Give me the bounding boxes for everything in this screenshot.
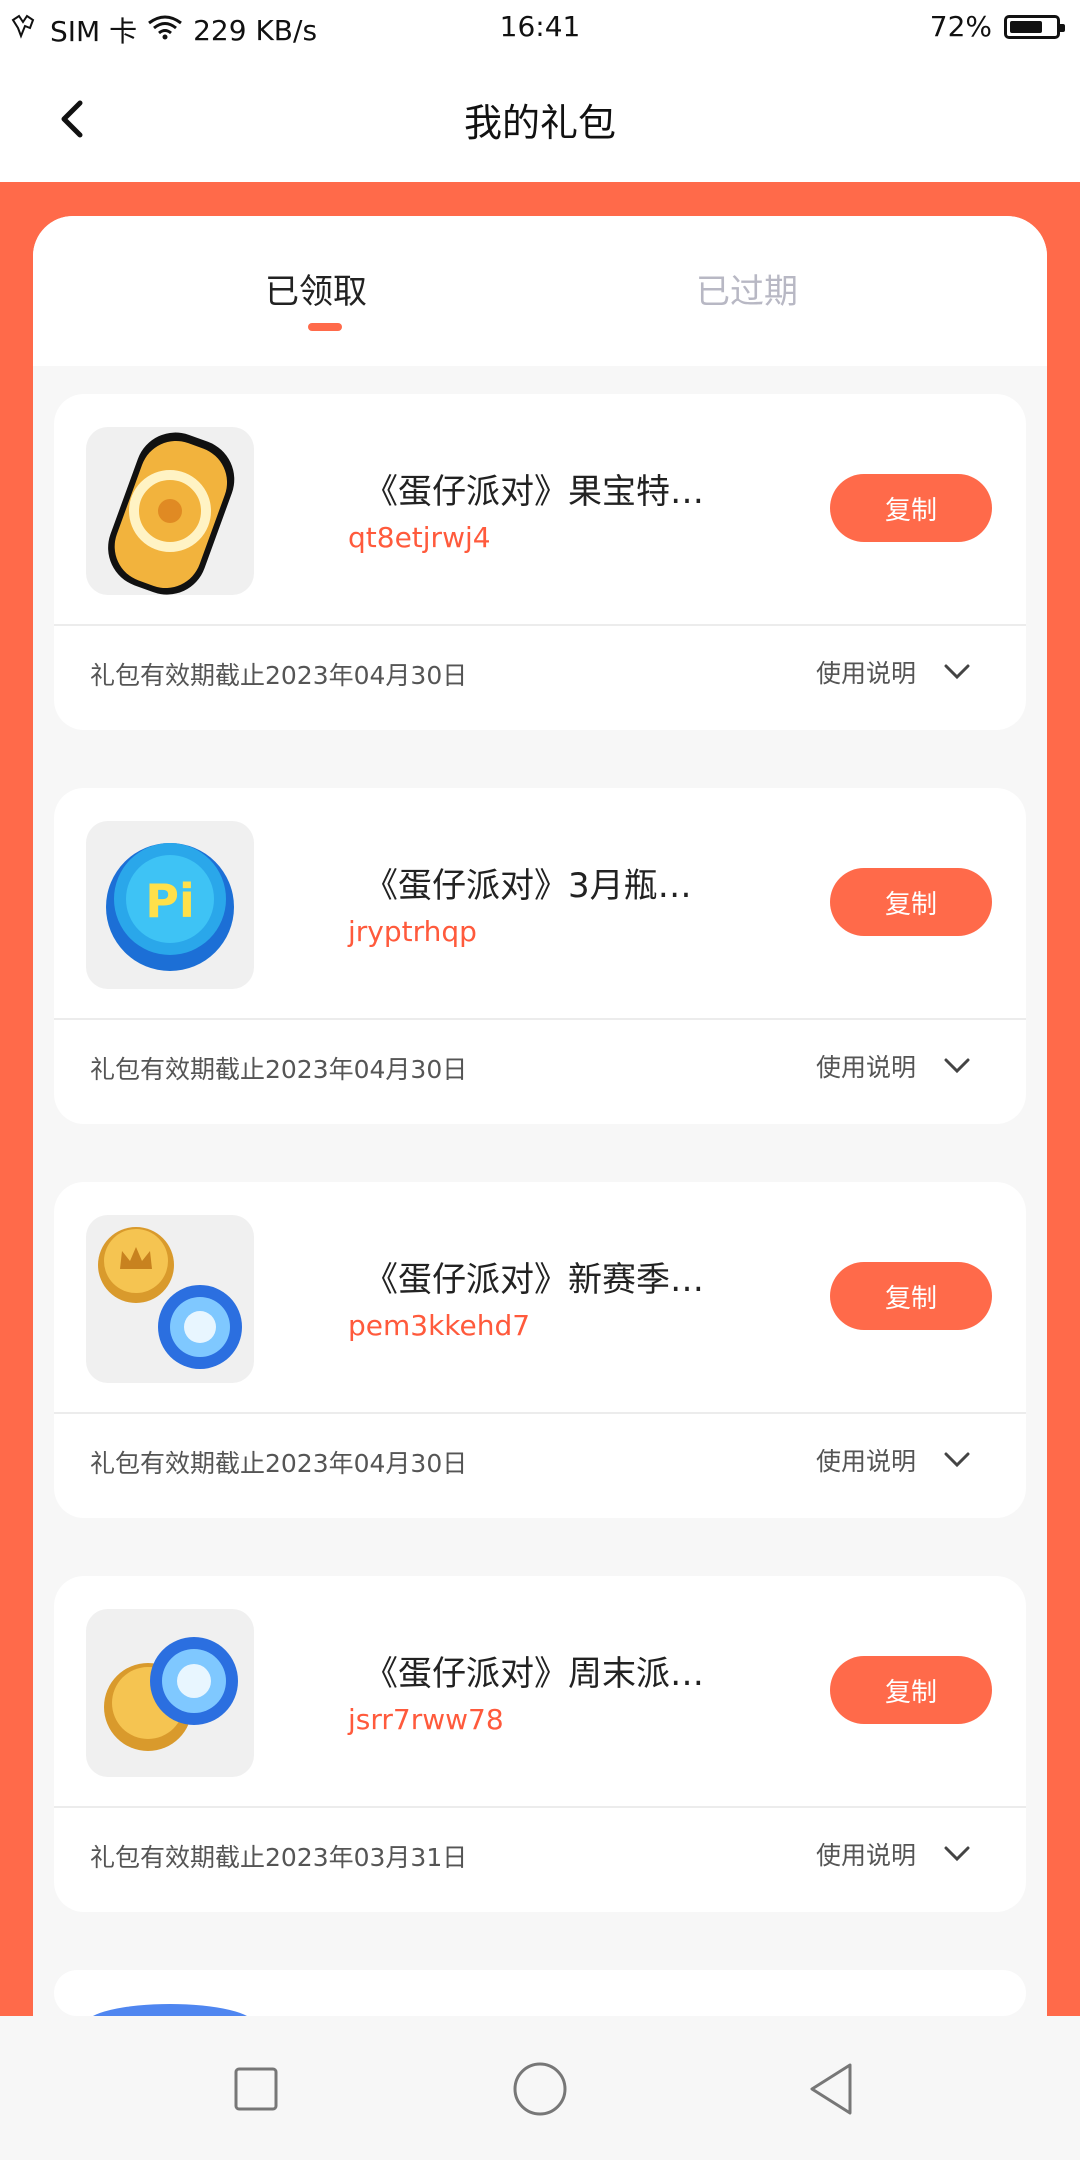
triangle-back-icon <box>810 2063 852 2115</box>
expiry-text: 礼包有效期截止2023年04月30日 <box>90 661 468 690</box>
divider <box>54 1018 1026 1020</box>
gold-coin-icon <box>86 427 254 595</box>
status-right: 72% <box>929 10 1065 43</box>
coin-and-orb-icon <box>86 1609 254 1777</box>
usage-instructions-toggle[interactable]: 使用说明 <box>816 1442 970 1478</box>
divider <box>54 1412 1026 1414</box>
chevron-down-icon <box>944 1452 970 1468</box>
divider <box>54 1806 1026 1808</box>
usage-instructions-toggle[interactable]: 使用说明 <box>816 1048 970 1084</box>
gift-code: qt8etjrwj4 <box>348 521 491 554</box>
usage-label: 使用说明 <box>816 1447 917 1476</box>
page-title: 我的礼包 <box>463 101 616 145</box>
copy-button[interactable]: 复制 <box>830 1656 992 1724</box>
expiry-text: 礼包有效期截止2023年04月30日 <box>90 1055 468 1084</box>
battery-percent: 72% <box>929 10 992 43</box>
bottle-cap-icon: Pi <box>86 821 254 989</box>
gift-name: 《蛋仔派对》周末派… <box>364 1654 704 1694</box>
tab-received[interactable]: 已领取 <box>265 264 367 313</box>
usage-instructions-toggle[interactable]: 使用说明 <box>816 1836 970 1872</box>
circle-icon <box>513 2062 567 2116</box>
copy-button[interactable]: 复制 <box>830 868 992 936</box>
home-button[interactable] <box>505 2054 575 2124</box>
chevron-down-icon <box>944 1846 970 1862</box>
usage-label: 使用说明 <box>816 659 917 688</box>
battery-fill <box>1010 20 1042 33</box>
gift-code: jsrr7rww78 <box>348 1703 504 1736</box>
crown-coin-and-orb-icon <box>86 1215 254 1383</box>
gift-code: jryptrhqp <box>348 915 477 948</box>
partial-gift-icon <box>86 2004 254 2016</box>
system-nav-bar <box>0 2016 1080 2160</box>
gift-card: 《蛋仔派对》新赛季… pem3kkehd7 复制 礼包有效期截止2023年04月… <box>54 1182 1026 1518</box>
tab-bar: 已领取 已过期 <box>33 216 1047 366</box>
usage-instructions-toggle[interactable]: 使用说明 <box>816 654 970 690</box>
gift-card: 《蛋仔派对》果宝特… qt8etjrwj4 复制 礼包有效期截止2023年04月… <box>54 394 1026 730</box>
gift-code: pem3kkehd7 <box>348 1309 531 1342</box>
svg-text:Pi: Pi <box>145 874 194 928</box>
active-tab-indicator <box>308 323 342 331</box>
gift-name: 《蛋仔派对》新赛季… <box>364 1260 704 1300</box>
expiry-text: 礼包有效期截止2023年03月31日 <box>90 1843 468 1872</box>
copy-button[interactable]: 复制 <box>830 474 992 542</box>
tab-expired[interactable]: 已过期 <box>696 264 798 313</box>
status-bar: SIM 卡 229 KB/s 16:41 72% <box>0 0 1080 56</box>
clock: 16:41 <box>499 10 581 43</box>
gift-card: Pi 《蛋仔派对》3月瓶… jryptrhqp 复制 礼包有效期截止2023年0… <box>54 788 1026 1124</box>
gift-name: 《蛋仔派对》3月瓶… <box>364 866 692 906</box>
recents-button[interactable] <box>221 2054 291 2124</box>
gift-card-partial <box>54 1970 1026 2016</box>
usage-label: 使用说明 <box>816 1841 917 1870</box>
square-icon <box>234 2067 278 2111</box>
app-header: 我的礼包 <box>0 56 1080 182</box>
copy-button[interactable]: 复制 <box>830 1262 992 1330</box>
divider <box>54 624 1026 626</box>
chevron-down-icon <box>944 1058 970 1074</box>
chevron-down-icon <box>944 664 970 680</box>
usage-label: 使用说明 <box>816 1053 917 1082</box>
back-nav-button[interactable] <box>796 2054 866 2124</box>
expiry-text: 礼包有效期截止2023年04月30日 <box>90 1449 468 1478</box>
gift-name: 《蛋仔派对》果宝特… <box>364 472 704 512</box>
battery-icon <box>1004 14 1065 39</box>
gift-card: 《蛋仔派对》周末派… jsrr7rww78 复制 礼包有效期截止2023年03月… <box>54 1576 1026 1912</box>
